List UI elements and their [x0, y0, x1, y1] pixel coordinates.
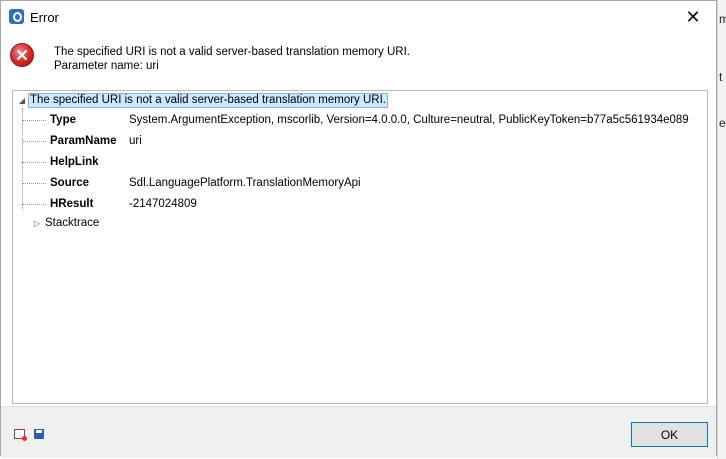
tree-row-paramname[interactable]: ParamName uri — [22, 132, 142, 150]
error-message: The specified URI is not a valid server-… — [54, 46, 411, 58]
error-parameter: Parameter name: uri — [54, 60, 159, 72]
tree-root-node[interactable]: ◢ The specified URI is not a valid serve… — [16, 93, 389, 108]
error-icon — [10, 43, 34, 67]
property-key: HelpLink — [50, 156, 99, 168]
window-title: Error — [30, 10, 59, 25]
message-header: The specified URI is not a valid server-… — [1, 33, 716, 89]
property-key: Source — [50, 177, 89, 189]
background-text: t — [719, 70, 723, 84]
dialog-footer: OK — [1, 406, 716, 458]
expand-triangle-icon[interactable]: ▷ — [31, 217, 43, 229]
collapse-triangle-icon[interactable]: ◢ — [16, 95, 28, 107]
tree-node-stacktrace[interactable]: ▷ Stacktrace — [31, 215, 99, 231]
property-key: HResult — [50, 198, 94, 210]
close-icon: ✕ — [685, 6, 701, 27]
tree-row-helplink[interactable]: HelpLink — [22, 153, 129, 171]
app-icon — [9, 9, 24, 24]
close-button[interactable]: ✕ — [670, 1, 716, 33]
ok-button[interactable]: OK — [631, 422, 708, 447]
tree-row-source[interactable]: Source Sdl.LanguagePlatform.TranslationM… — [22, 174, 361, 192]
title-bar[interactable]: Error ✕ — [1, 1, 716, 33]
tree-row-hresult[interactable]: HResult -2147024809 — [22, 195, 197, 213]
exception-tree[interactable]: ◢ The specified URI is not a valid serve… — [12, 90, 708, 404]
property-value: Sdl.LanguagePlatform.TranslationMemoryAp… — [129, 177, 361, 189]
background-text: e — [719, 116, 726, 130]
stacktrace-label: Stacktrace — [45, 217, 100, 229]
tree-root-label[interactable]: The specified URI is not a valid server-… — [28, 93, 389, 108]
property-key: Type — [50, 114, 76, 126]
tree-row-type[interactable]: Type System.ArgumentException, mscorlib,… — [22, 111, 689, 129]
background-text: m — [719, 12, 726, 26]
property-value: -2147024809 — [129, 198, 197, 210]
save-icon[interactable] — [34, 429, 44, 439]
clear-log-icon[interactable] — [14, 429, 27, 441]
background-app-edge: m t e — [717, 0, 726, 459]
property-value: uri — [129, 135, 142, 147]
property-key: ParamName — [50, 135, 117, 147]
error-dialog: Error ✕ The specified URI is not a valid… — [0, 0, 717, 458]
property-value: System.ArgumentException, mscorlib, Vers… — [129, 114, 689, 126]
